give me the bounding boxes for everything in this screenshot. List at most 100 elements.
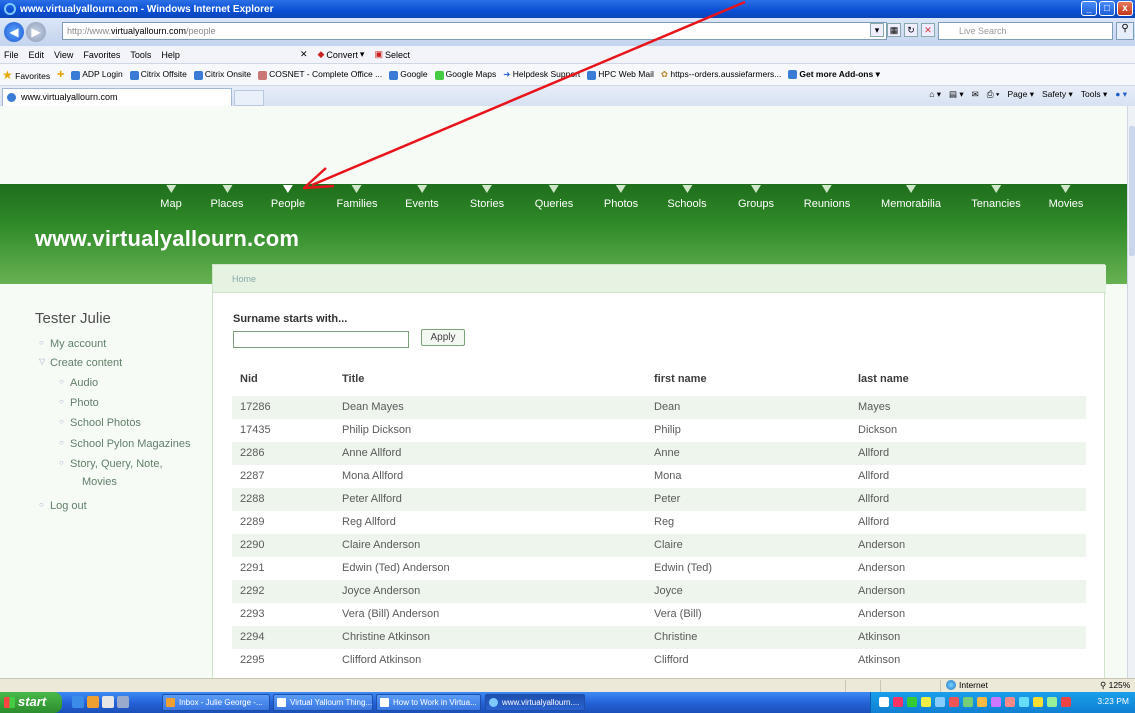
table-row[interactable]: 2287 Mona Allford Mona Allford	[232, 465, 1086, 488]
cell-title[interactable]: Mona Allford	[342, 470, 403, 482]
table-row[interactable]: 2292 Joyce Anderson Joyce Anderson	[232, 580, 1086, 603]
tools-menu[interactable]: Tools ▾	[1081, 89, 1107, 100]
cell-title[interactable]: Philip Dickson	[342, 424, 411, 436]
cell-title[interactable]: Peter Allford	[342, 493, 402, 505]
favorites-button[interactable]: ★ Favorites	[2, 68, 50, 82]
column-header-nid[interactable]: Nid	[240, 373, 258, 385]
tray-icon[interactable]	[1047, 697, 1057, 707]
nav-tenancies[interactable]: Tenancies	[971, 198, 1021, 210]
apply-button[interactable]: Apply	[421, 329, 465, 346]
breadcrumb-home[interactable]: Home	[232, 274, 256, 284]
menu-tools[interactable]: Tools	[130, 50, 151, 60]
print-icon[interactable]: ⎙ ▾	[987, 89, 1000, 100]
nav-events[interactable]: Events	[405, 198, 439, 210]
sidebar-link-story-query-note[interactable]: ○ Story, Query, Note,	[59, 458, 163, 470]
table-row[interactable]: 2286 Anne Allford Anne Allford	[232, 442, 1086, 465]
cell-title[interactable]: Claire Anderson	[342, 539, 420, 551]
sidebar-link-create-content[interactable]: ▽ Create content	[39, 357, 122, 369]
nav-stories[interactable]: Stories	[470, 198, 504, 210]
sidebar-link-movies[interactable]: Movies	[82, 476, 117, 488]
menu-file[interactable]: File	[4, 50, 19, 60]
taskbar-item-word-2[interactable]: How to Work in Virtua...	[376, 694, 481, 711]
home-icon[interactable]: ⌂ ▾	[929, 89, 941, 100]
nav-reunions[interactable]: Reunions	[804, 198, 850, 210]
sidebar-link-my-account[interactable]: ○ My account	[39, 338, 106, 350]
ie-quicklaunch-icon[interactable]	[72, 696, 84, 708]
help-icon[interactable]: ● ▾	[1115, 89, 1127, 100]
nav-places[interactable]: Places	[210, 198, 243, 210]
favorite-link[interactable]: ➜ Helpdesk Support	[503, 69, 580, 80]
sidebar-link-school-photos[interactable]: ○ School Photos	[59, 417, 141, 429]
select-button[interactable]: ▣ Select	[374, 49, 410, 60]
cell-title[interactable]: Reg Allford	[342, 516, 396, 528]
cell-title[interactable]: Dean Mayes	[342, 401, 404, 413]
search-input[interactable]: Live Search	[938, 22, 1113, 40]
desktop-quicklaunch-icon[interactable]	[117, 696, 129, 708]
nav-photos[interactable]: Photos	[604, 198, 638, 210]
url-field[interactable]: http://www. virtualyallourn.com/people	[62, 22, 887, 40]
column-header-title[interactable]: Title	[342, 373, 364, 385]
taskbar-item-ie[interactable]: www.virtualyallourn....	[485, 694, 585, 711]
table-row[interactable]: 17286 Dean Mayes Dean Mayes	[232, 396, 1086, 419]
column-header-last-name[interactable]: last name	[858, 373, 909, 385]
media-quicklaunch-icon[interactable]	[102, 696, 114, 708]
nav-schools[interactable]: Schools	[667, 198, 706, 210]
tray-icon[interactable]	[963, 697, 973, 707]
menu-edit[interactable]: Edit	[29, 50, 45, 60]
sidebar-link-audio[interactable]: ○ Audio	[59, 377, 98, 389]
feeds-icon[interactable]: ▤ ▾	[949, 89, 964, 100]
back-button[interactable]: ◀	[4, 22, 24, 42]
mail-icon[interactable]: ✉	[972, 89, 979, 100]
table-row[interactable]: 2289 Reg Allford Reg Allford	[232, 511, 1086, 534]
favorite-link[interactable]: COSNET - Complete Office ...	[258, 69, 382, 80]
surname-filter-input[interactable]	[233, 331, 409, 348]
favorite-link[interactable]: HPC Web Mail	[587, 69, 654, 80]
table-row[interactable]: 2290 Claire Anderson Claire Anderson	[232, 534, 1086, 557]
refresh-icon[interactable]: ↻	[904, 23, 918, 37]
favorite-link[interactable]: Google Maps	[434, 69, 496, 80]
taskbar-item-word-1[interactable]: Virtual Yallourn Thing...	[273, 694, 373, 711]
safety-menu[interactable]: Safety ▾	[1042, 89, 1073, 100]
dropdown-icon[interactable]: ▾	[870, 23, 884, 37]
scrollbar-thumb[interactable]	[1129, 126, 1135, 256]
cell-title[interactable]: Vera (Bill) Anderson	[342, 608, 439, 620]
nav-movies[interactable]: Movies	[1049, 198, 1084, 210]
close-button[interactable]: x	[1117, 1, 1133, 16]
tray-icon[interactable]	[907, 697, 917, 707]
close-toolbar-icon[interactable]: ✕	[300, 49, 308, 60]
sidebar-link-school-pylon-magazines[interactable]: ○ School Pylon Magazines	[59, 438, 190, 450]
forward-button[interactable]: ▶	[26, 22, 46, 42]
maximize-button[interactable]: □	[1099, 1, 1115, 16]
table-row[interactable]: 2291 Edwin (Ted) Anderson Edwin (Ted) Ander…	[232, 557, 1086, 580]
minimize-button[interactable]: _	[1081, 1, 1097, 16]
table-row[interactable]: 17435 Philip Dickson Philip Dickson	[232, 419, 1086, 442]
nav-queries[interactable]: Queries	[535, 198, 574, 210]
sidebar-link-log-out[interactable]: ○ Log out	[39, 500, 87, 512]
tray-icon[interactable]	[1033, 697, 1043, 707]
cell-title[interactable]: Anne Allford	[342, 447, 401, 459]
tray-icon[interactable]	[1005, 697, 1015, 707]
cell-title[interactable]: Clifford Atkinson	[342, 654, 421, 666]
favorite-link[interactable]: Citrix Onsite	[193, 69, 251, 80]
tray-icon[interactable]	[991, 697, 1001, 707]
cell-title[interactable]: Christine Atkinson	[342, 631, 430, 643]
convert-button[interactable]: ◆ Convert ▾	[317, 49, 364, 60]
table-row[interactable]: 2295 Clifford Atkinson Clifford Atkinson	[232, 649, 1086, 672]
favorite-link[interactable]: Get more Add-ons ▾	[788, 69, 880, 80]
taskbar-item-outlook[interactable]: Inbox - Julie George -...	[162, 694, 270, 711]
tab-current[interactable]: www.virtualyallourn.com	[2, 88, 232, 106]
stop-icon[interactable]: ✕	[921, 23, 935, 37]
nav-map[interactable]: Map	[160, 198, 181, 210]
favorite-link[interactable]: ✿ https--orders.aussiefarmers...	[661, 69, 782, 80]
tray-icon[interactable]	[879, 697, 889, 707]
tray-icon[interactable]	[921, 697, 931, 707]
nav-people[interactable]: People	[271, 198, 305, 210]
favorite-link[interactable]: ADP Login	[71, 69, 123, 80]
menu-view[interactable]: View	[54, 50, 73, 60]
compatibility-icon[interactable]: ▦	[887, 23, 901, 37]
search-icon[interactable]: ⚲	[1116, 22, 1134, 40]
favorite-link[interactable]: Google	[389, 69, 428, 80]
tray-icon[interactable]	[893, 697, 903, 707]
sidebar-link-photo[interactable]: ○ Photo	[59, 397, 99, 409]
tray-icon[interactable]	[949, 697, 959, 707]
